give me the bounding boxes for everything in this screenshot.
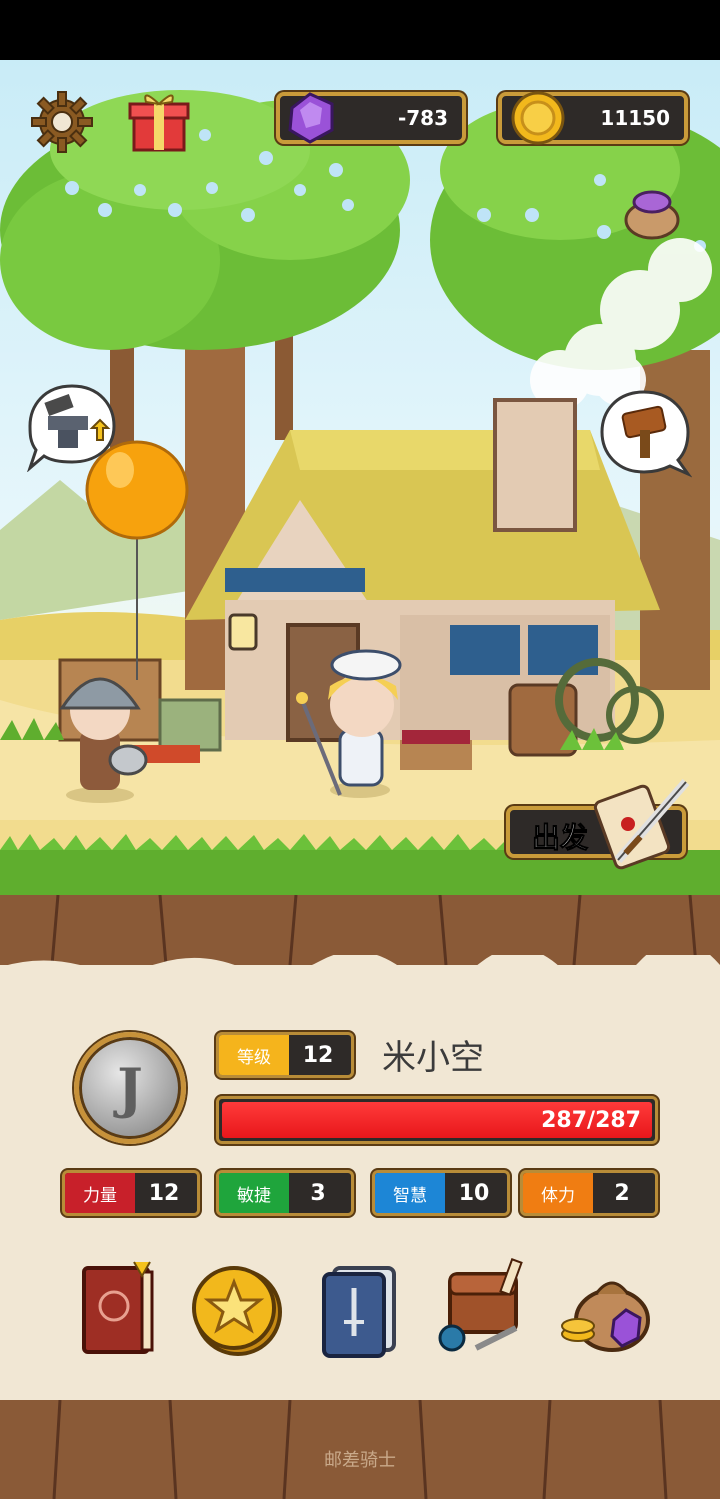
status-bar (0, 0, 720, 60)
stat-label: 体力 (523, 1173, 593, 1213)
stat-value: 3 (310, 1180, 326, 1206)
stat-strength: 力量 12 (62, 1170, 200, 1216)
stat-value: 10 (458, 1180, 490, 1206)
stat-value: 12 (148, 1180, 180, 1206)
character-avatar[interactable]: J (74, 1032, 186, 1144)
journal-book-icon[interactable] (70, 1258, 170, 1358)
gem-sack-icon[interactable] (556, 1258, 656, 1358)
gold-coin-icon (510, 90, 566, 146)
stat-wisdom: 智慧 10 (372, 1170, 510, 1216)
anvil-upgrade-icon (26, 384, 116, 473)
hp-text: 287/287 (541, 1107, 641, 1133)
backpack-icon[interactable] (436, 1258, 536, 1358)
stat-label: 敏捷 (219, 1173, 289, 1213)
app-name-footer: 邮差骑士 (324, 1450, 396, 1471)
settings-gear-icon[interactable] (30, 90, 94, 154)
character-name: 米小空 (382, 1038, 484, 1078)
level-value: 12 (302, 1042, 334, 1068)
purple-pouch-icon[interactable] (622, 180, 682, 240)
level-label: 等级 (219, 1035, 289, 1075)
hammer-icon (600, 390, 693, 478)
avatar-letter: J (117, 1056, 143, 1120)
gift-box-icon[interactable] (128, 88, 190, 154)
depart-label: 出发 (531, 821, 589, 855)
gems-value: -783 (397, 106, 448, 130)
stat-label: 力量 (65, 1173, 135, 1213)
village-scene: -783 11150 出发 (0, 60, 720, 900)
panel-torn-edge (0, 955, 720, 979)
scroll-sword-icon[interactable] (590, 772, 700, 872)
level-tag: 等级 12 (216, 1032, 354, 1078)
stat-agility: 敏捷 3 (216, 1170, 354, 1216)
hp-bar: 287/287 (216, 1096, 658, 1144)
stat-value: 2 (614, 1180, 630, 1206)
stat-label: 智慧 (375, 1173, 445, 1213)
sword-card-icon[interactable] (312, 1258, 412, 1358)
stat-stamina: 体力 2 (520, 1170, 658, 1216)
purple-gem-icon (282, 90, 340, 146)
hammer-bubble[interactable] (598, 388, 693, 478)
star-coin-icon[interactable] (188, 1258, 288, 1358)
anvil-upgrade-bubble[interactable] (26, 380, 118, 473)
coins-value: 11150 (600, 106, 670, 130)
